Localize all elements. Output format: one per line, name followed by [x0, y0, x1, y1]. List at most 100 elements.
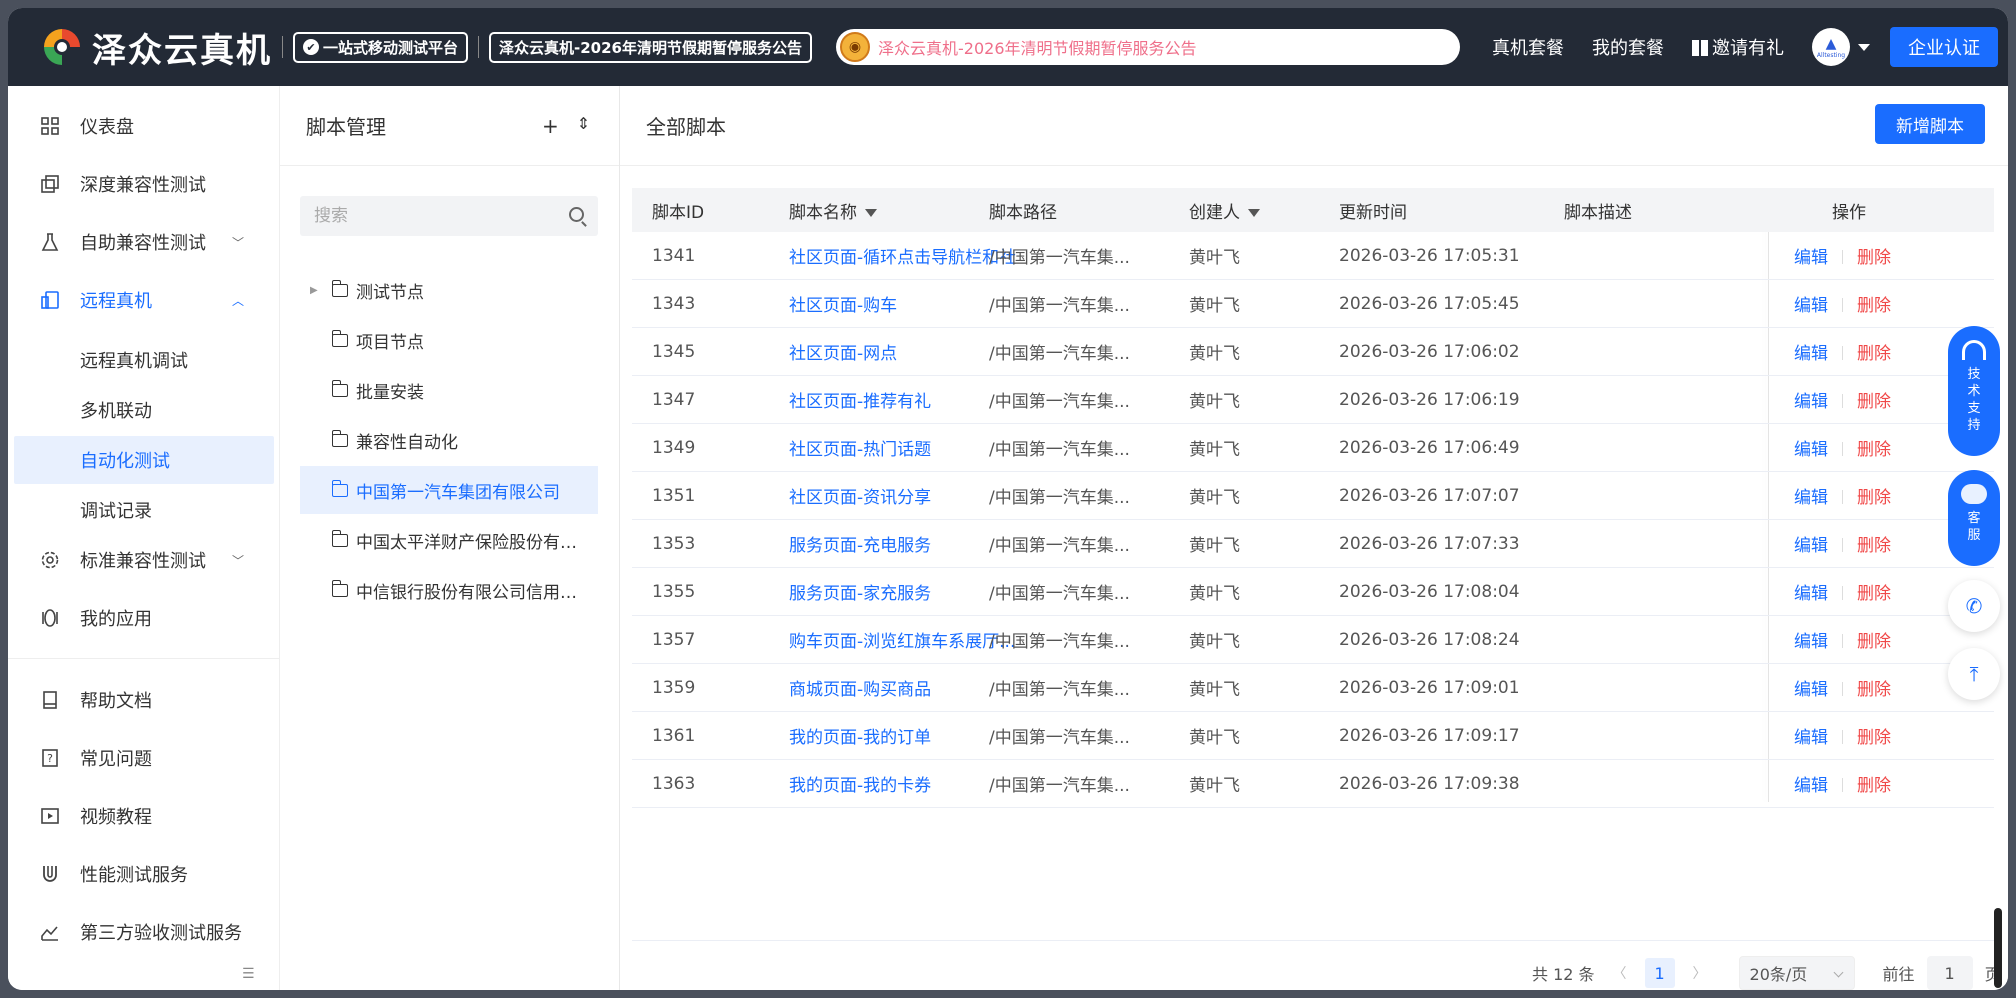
chevron-down-icon[interactable]	[1858, 43, 1870, 51]
cell-author: 黄叶飞	[1189, 488, 1240, 508]
action-divider	[1842, 442, 1843, 456]
caret-right-icon[interactable]: ▶	[310, 285, 318, 296]
back-to-top-button[interactable]: ⤒	[1948, 648, 2000, 700]
cell-name-link[interactable]: 社区页面-资讯分享	[789, 483, 1017, 508]
filter-icon[interactable]	[865, 208, 877, 217]
edit-link[interactable]: 编辑	[1794, 728, 1828, 748]
sidebar-item-help-docs[interactable]: 帮助文档	[8, 678, 280, 722]
next-page-icon[interactable]: 〉	[1693, 963, 1707, 983]
sidebar-subitem-remote-debug[interactable]: 远程真机调试	[14, 336, 274, 384]
edit-link[interactable]: 编辑	[1794, 536, 1828, 556]
cell-path: /中国第一汽车集...	[989, 632, 1130, 652]
tech-support-button[interactable]: 技 术 支 持	[1948, 326, 2000, 456]
delete-link[interactable]: 删除	[1857, 728, 1891, 748]
sidebar-item-third-party[interactable]: 第三方验收测试服务	[8, 910, 280, 954]
delete-link[interactable]: 删除	[1857, 248, 1891, 268]
edit-link[interactable]: 编辑	[1794, 440, 1828, 460]
cell-name-link[interactable]: 社区页面-循环点击导航栏和社	[789, 243, 1017, 268]
cell-name-link[interactable]: 社区页面-推荐有礼	[789, 387, 1017, 412]
link-my-plans[interactable]: 我的套餐	[1592, 34, 1664, 60]
cell-name-link[interactable]: 社区页面-购车	[789, 291, 1017, 316]
link-device-plans[interactable]: 真机套餐	[1492, 34, 1564, 60]
page-size-select[interactable]: 20条/页	[1738, 956, 1855, 990]
notice-marquee[interactable]: ◉ 泽众云真机-2026年清明节假期暂停服务公告	[836, 29, 1460, 65]
delete-link[interactable]: 删除	[1857, 344, 1891, 364]
cell-name-link[interactable]: 商城页面-购买商品	[789, 675, 1017, 700]
edit-link[interactable]: 编辑	[1794, 488, 1828, 508]
enterprise-cert-button[interactable]: 企业认证	[1890, 27, 1998, 67]
delete-link[interactable]: 删除	[1857, 440, 1891, 460]
customer-service-button[interactable]: 客 服	[1948, 470, 2000, 566]
logo[interactable]: 泽众云真机	[40, 23, 272, 72]
edit-link[interactable]: 编辑	[1794, 632, 1828, 652]
sidebar-item-remote-device[interactable]: 远程真机 ︿	[8, 278, 280, 322]
tree-node[interactable]: 批量安装	[300, 366, 598, 414]
delete-link[interactable]: 删除	[1857, 776, 1891, 796]
sidebar-subitem-multi-device[interactable]: 多机联动	[14, 386, 274, 434]
delete-link[interactable]: 删除	[1857, 536, 1891, 556]
sidebar-item-dashboard[interactable]: 仪表盘	[8, 104, 280, 148]
tree-node[interactable]: 中国太平洋财产保险股份有限公司	[300, 516, 598, 564]
cell-time: 2026-03-26 17:09:38	[1339, 773, 1520, 794]
tree-node[interactable]: 中信银行股份有限公司信用卡中心	[300, 566, 598, 614]
cell-name-link[interactable]: 购车页面-浏览红旗车系展厅...	[789, 627, 1017, 652]
search-icon[interactable]	[569, 207, 584, 222]
edit-link[interactable]: 编辑	[1794, 296, 1828, 316]
sidebar-item-my-apps[interactable]: 我的应用	[8, 596, 280, 640]
sidebar-item-deep-compat[interactable]: 深度兼容性测试	[8, 162, 280, 206]
tree-search-input[interactable]	[314, 206, 564, 226]
delete-link[interactable]: 删除	[1857, 632, 1891, 652]
filter-icon[interactable]	[1248, 208, 1260, 217]
delete-link[interactable]: 删除	[1857, 488, 1891, 508]
cell-name-link[interactable]: 我的页面-我的卡券	[789, 771, 1017, 796]
cell-name-link[interactable]: 社区页面-热门话题	[789, 435, 1017, 460]
edit-link[interactable]: 编辑	[1794, 680, 1828, 700]
sidebar-item-standard-compat[interactable]: 标准兼容性测试 ﹀	[8, 538, 280, 582]
delete-link[interactable]: 删除	[1857, 296, 1891, 316]
tree-node-selected[interactable]: 中国第一汽车集团有限公司	[300, 466, 598, 514]
add-node-icon[interactable]: +	[542, 114, 559, 138]
add-script-button[interactable]: 新增脚本	[1875, 104, 1985, 144]
gift-icon	[1692, 40, 1708, 56]
tree-node[interactable]: 兼容性自动化	[300, 416, 598, 464]
edit-link[interactable]: 编辑	[1794, 392, 1828, 412]
cell-name-link[interactable]: 社区页面-网点	[789, 339, 1017, 364]
chevron-down-icon: ﹀	[232, 553, 245, 568]
cell-name-link[interactable]: 服务页面-家充服务	[789, 579, 1017, 604]
delete-link[interactable]: 删除	[1857, 584, 1891, 604]
goto-input[interactable]: 1	[1926, 956, 1973, 990]
scrollbar[interactable]	[1994, 908, 2002, 988]
sidebar-item-perf-test[interactable]: 性能测试服务	[8, 852, 280, 896]
expand-collapse-icon[interactable]: ⇕	[577, 114, 590, 138]
cell-path: /中国第一汽车集...	[989, 584, 1130, 604]
delete-link[interactable]: 删除	[1857, 392, 1891, 412]
avatar[interactable]: ▲ Alltesting	[1812, 28, 1850, 66]
phone-button[interactable]: ✆	[1948, 580, 2000, 632]
delete-link[interactable]: 删除	[1857, 680, 1891, 700]
announcement-link[interactable]: 泽众云真机-2026年清明节假期暂停服务公告	[489, 31, 812, 63]
sidebar-subitem-debug-log[interactable]: 调试记录	[14, 486, 274, 534]
page-number[interactable]: 1	[1644, 958, 1675, 988]
sidebar-item-video-tutorials[interactable]: 视频教程	[8, 794, 280, 838]
table-row: 1357 购车页面-浏览红旗车系展厅.../中国第一汽车集... 黄叶飞 2026-0…	[632, 616, 1994, 664]
sidebar-item-faq[interactable]: ? 常见问题	[8, 736, 280, 780]
logo-text: 泽众云真机	[92, 30, 272, 71]
megaphone-icon: ◉	[840, 32, 870, 62]
sidebar-item-self-compat[interactable]: 自助兼容性测试 ﹀	[8, 220, 280, 264]
cell-name-link[interactable]: 我的页面-我的订单	[789, 723, 1017, 748]
cell-name-link[interactable]: 服务页面-充电服务	[789, 531, 1017, 556]
edit-link[interactable]: 编辑	[1794, 344, 1828, 364]
link-invite[interactable]: 邀请有礼	[1692, 34, 1784, 60]
edit-link[interactable]: 编辑	[1794, 584, 1828, 604]
sidebar-subitem-automation[interactable]: 自动化测试	[14, 436, 274, 484]
tree-node[interactable]: ▶ 测试节点	[300, 266, 598, 314]
edit-link[interactable]: 编辑	[1794, 248, 1828, 268]
cell-author: 黄叶飞	[1189, 632, 1240, 652]
tree-node[interactable]: 项目节点	[300, 316, 598, 364]
edit-link[interactable]: 编辑	[1794, 776, 1828, 796]
prev-page-icon[interactable]: 〈	[1613, 963, 1627, 983]
collapse-sidebar-icon[interactable]: ☰	[242, 966, 255, 982]
tree-node-label: 中信银行股份有限公司信用卡中心	[356, 582, 592, 603]
table-row: 1347 社区页面-推荐有礼/中国第一汽车集... 黄叶飞 2026-03-26 17…	[632, 376, 1994, 424]
table-row: 1345 社区页面-网点/中国第一汽车集... 黄叶飞 2026-03-26 17:0…	[632, 328, 1994, 376]
